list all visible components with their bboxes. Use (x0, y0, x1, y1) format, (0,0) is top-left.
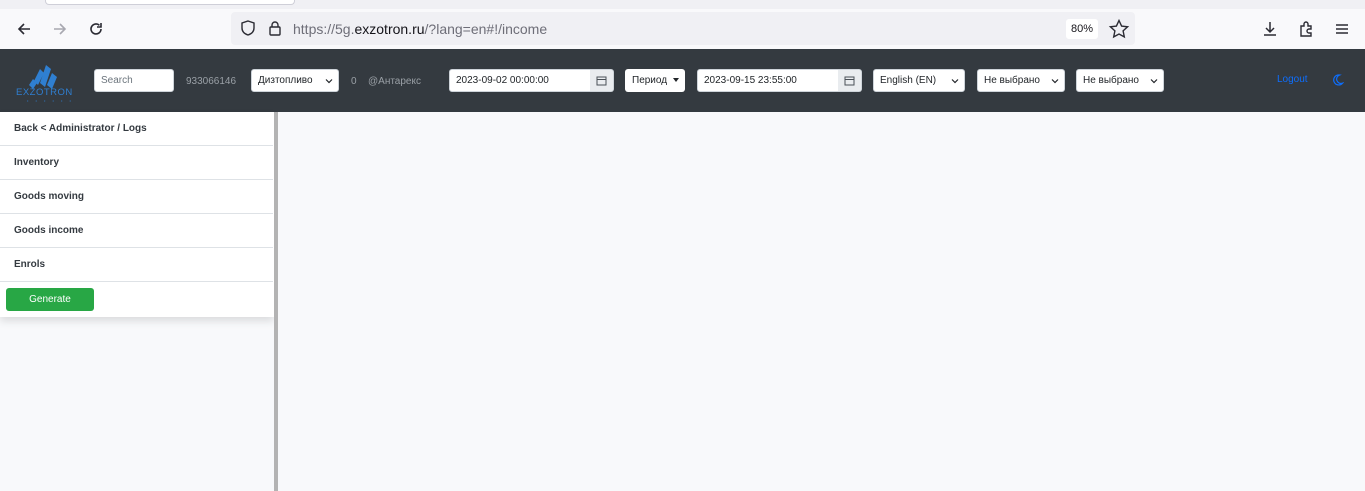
filter-select-2[interactable]: Не выбрано (1076, 69, 1164, 92)
download-icon[interactable] (1258, 17, 1282, 41)
period-dropdown-button[interactable]: Период (625, 69, 685, 92)
shield-icon[interactable] (239, 19, 257, 37)
calendar-to-icon[interactable] (838, 69, 862, 92)
counter-value: 0 (351, 76, 357, 87)
bookmark-star-icon[interactable] (1108, 18, 1130, 40)
address-bar[interactable]: https://5g.exzotron.ru/?lang=en#!/income… (231, 12, 1135, 45)
sidebar-item-label: Back < Administrator / Logs (14, 123, 147, 134)
chevron-down-icon (951, 79, 959, 84)
chevron-down-icon (1150, 79, 1158, 84)
logo-subtitle: • • • • • • (27, 98, 74, 103)
reload-icon[interactable] (84, 17, 108, 41)
forward-arrow-icon[interactable] (48, 17, 72, 41)
generate-button[interactable]: Generate (6, 288, 94, 311)
language-value: English (EN) (880, 75, 937, 86)
sidebar-item-back[interactable]: Back < Administrator / Logs (0, 112, 273, 146)
url-text[interactable]: https://5g.exzotron.ru/?lang=en#!/income (293, 21, 547, 37)
menu-hamburger-icon[interactable] (1330, 17, 1354, 41)
search-input[interactable]: Search (94, 69, 174, 92)
language-select[interactable]: English (EN) (873, 69, 965, 92)
period-label: Период (632, 75, 668, 86)
zoom-level-badge[interactable]: 80% (1066, 19, 1098, 39)
fuel-type-select[interactable]: Дизтопливо (251, 69, 339, 92)
logout-link[interactable]: Logout (1277, 74, 1308, 85)
sidebar-item-goods-moving[interactable]: Goods moving (0, 180, 273, 214)
date-to-input[interactable]: 2023-09-15 23:55:00 (697, 69, 839, 92)
sidebar-item-label: Enrols (14, 259, 46, 270)
sidebar: Back < Administrator / Logs Inventory Go… (0, 112, 274, 317)
moon-icon[interactable] (1330, 73, 1344, 87)
sidebar-item-label: Inventory (14, 157, 60, 168)
chevron-down-icon (1051, 79, 1059, 84)
phone-number: 933066146 (186, 76, 237, 87)
sidebar-item-enrols[interactable]: Enrols (0, 248, 273, 282)
filter-1-value: Не выбрано (984, 75, 1040, 86)
date-from-input[interactable]: 2023-09-02 00:00:00 (449, 69, 591, 92)
extensions-icon[interactable] (1294, 17, 1318, 41)
calendar-from-icon[interactable] (590, 69, 614, 92)
chevron-down-icon (325, 79, 333, 84)
logo-text: EXZOTRON (16, 87, 73, 98)
active-tab[interactable] (45, 0, 295, 5)
back-arrow-icon[interactable] (12, 17, 36, 41)
tab-strip (0, 0, 1365, 9)
filter-2-value: Не выбрано (1083, 75, 1139, 86)
company-name: @Антарекс (368, 76, 421, 87)
browser-toolbar: https://5g.exzotron.ru/?lang=en#!/income… (0, 9, 1365, 49)
filter-select-1[interactable]: Не выбрано (977, 69, 1065, 92)
app-header: EXZOTRON • • • • • • Search 933066146 Ди… (0, 49, 1365, 112)
caret-down-icon (673, 78, 679, 82)
main-content (278, 112, 1365, 491)
sidebar-item-inventory[interactable]: Inventory (0, 146, 273, 180)
lock-icon[interactable] (266, 19, 284, 37)
fuel-type-value: Дизтопливо (258, 75, 313, 86)
sidebar-item-label: Goods income (14, 225, 84, 236)
sidebar-item-goods-income[interactable]: Goods income (0, 214, 273, 248)
sidebar-item-label: Goods moving (14, 191, 84, 202)
